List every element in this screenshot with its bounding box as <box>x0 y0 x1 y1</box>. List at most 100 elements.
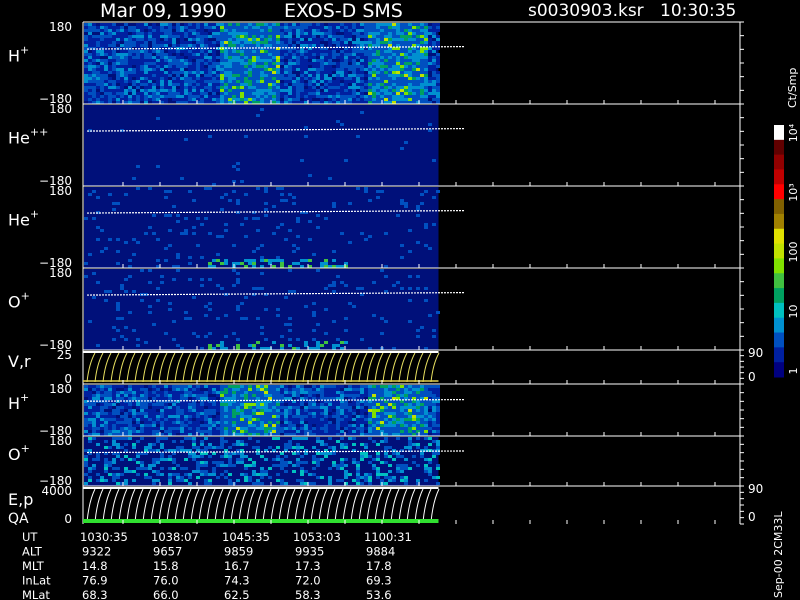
heatmap-cell <box>396 412 400 415</box>
heatmap-cell <box>296 397 300 400</box>
heatmap-cell <box>280 92 284 95</box>
heatmap-cell <box>192 412 196 415</box>
heatmap-cell <box>332 95 336 98</box>
heatmap-cell <box>152 71 156 74</box>
heatmap-cell <box>152 323 156 326</box>
heatmap-cell <box>388 394 392 397</box>
heatmap-cell <box>324 427 328 430</box>
heatmap-cell <box>128 458 132 461</box>
heatmap-cell <box>412 430 416 433</box>
heatmap-cell <box>416 95 420 98</box>
heatmap-cell <box>392 98 396 101</box>
heatmap-cell <box>176 406 180 409</box>
heatmap-cell <box>180 98 184 101</box>
heatmap-cell <box>124 62 128 65</box>
heatmap-cell <box>256 114 260 117</box>
heatmap-cell <box>124 470 128 473</box>
heatmap-cell <box>260 32 264 35</box>
heatmap-cell <box>148 53 152 56</box>
heatmap-cell <box>388 53 392 56</box>
heatmap-cell <box>96 226 100 229</box>
heatmap-cell <box>156 440 160 443</box>
heatmap-cell <box>424 92 428 95</box>
heatmap-cell <box>424 385 428 388</box>
heatmap-cell <box>340 406 344 409</box>
heatmap-cell <box>376 391 380 394</box>
heatmap-cell <box>240 74 244 77</box>
heatmap-cell <box>252 482 256 485</box>
heatmap-cell <box>384 275 388 278</box>
heatmap-cell <box>172 467 176 470</box>
heatmap-cell <box>400 391 404 394</box>
heatmap-cell <box>356 424 360 427</box>
heatmap-cell <box>356 38 360 41</box>
heatmap-cell <box>248 23 252 26</box>
heatmap-cell <box>200 473 204 476</box>
heatmap-cell <box>204 482 208 485</box>
heatmap-cell <box>148 394 152 397</box>
heatmap-cell <box>424 479 428 482</box>
heatmap-cell <box>392 62 396 65</box>
heatmap-cell <box>132 92 136 95</box>
heatmap-cell <box>432 32 436 35</box>
heatmap-cell <box>232 50 236 53</box>
heatmap-cell <box>380 38 384 41</box>
heatmap-cell <box>300 424 304 427</box>
heatmap-cell <box>136 412 140 415</box>
heatmap-cell <box>412 32 416 35</box>
heatmap-cell <box>172 385 176 388</box>
heatmap-cell <box>236 98 240 101</box>
heatmap-cell <box>420 202 424 205</box>
heatmap-cell <box>392 86 396 89</box>
heatmap-cell <box>100 44 104 47</box>
heatmap-cell <box>268 80 272 83</box>
heatmap-cell <box>432 403 436 406</box>
heatmap-cell <box>332 250 336 253</box>
heatmap-cell <box>328 98 332 101</box>
heatmap-cell <box>320 262 324 265</box>
heatmap-cell <box>204 41 208 44</box>
heatmap-cell <box>192 89 196 92</box>
heatmap-cell <box>264 421 268 424</box>
heatmap-cell <box>164 421 168 424</box>
heatmap-cell <box>252 217 256 220</box>
heatmap-cell <box>428 65 432 68</box>
heatmap-cell <box>228 98 232 101</box>
heatmap-cell <box>392 479 396 482</box>
heatmap-cell <box>320 344 324 347</box>
heatmap-cell <box>128 388 132 391</box>
heatmap-cell <box>152 65 156 68</box>
heatmap-cell <box>220 35 224 38</box>
heatmap-cell <box>268 32 272 35</box>
heatmap-cell <box>420 391 424 394</box>
heatmap-cell <box>108 412 112 415</box>
heatmap-cell <box>108 77 112 80</box>
heatmap-cell <box>304 452 308 455</box>
heatmap-cell <box>256 317 260 320</box>
heatmap-cell <box>328 41 332 44</box>
heatmap-cell <box>176 412 180 415</box>
heatmap-cell <box>280 74 284 77</box>
heatmap-cell <box>100 229 104 232</box>
heatmap-cell <box>416 415 420 418</box>
heatmap-cell <box>336 65 340 68</box>
heatmap-cell <box>400 29 404 32</box>
heatmap-cell <box>264 74 268 77</box>
heatmap-cell <box>144 56 148 59</box>
heatmap-cell <box>88 35 92 38</box>
heatmap-cell <box>176 23 180 26</box>
heatmap-cell <box>160 443 164 446</box>
heatmap-cell <box>340 56 344 59</box>
heatmap-cell <box>288 344 292 347</box>
heatmap-cell <box>416 406 420 409</box>
heatmap-cell <box>248 95 252 98</box>
heatmap-cell <box>404 68 408 71</box>
heatmap-cell <box>296 338 300 341</box>
heatmap-cell <box>408 406 412 409</box>
heatmap-cell <box>108 32 112 35</box>
heatmap-cell <box>224 98 228 101</box>
heatmap-cell <box>236 53 240 56</box>
heatmap-cell <box>404 26 408 29</box>
heatmap-cell <box>320 80 324 83</box>
heatmap-cell <box>144 53 148 56</box>
